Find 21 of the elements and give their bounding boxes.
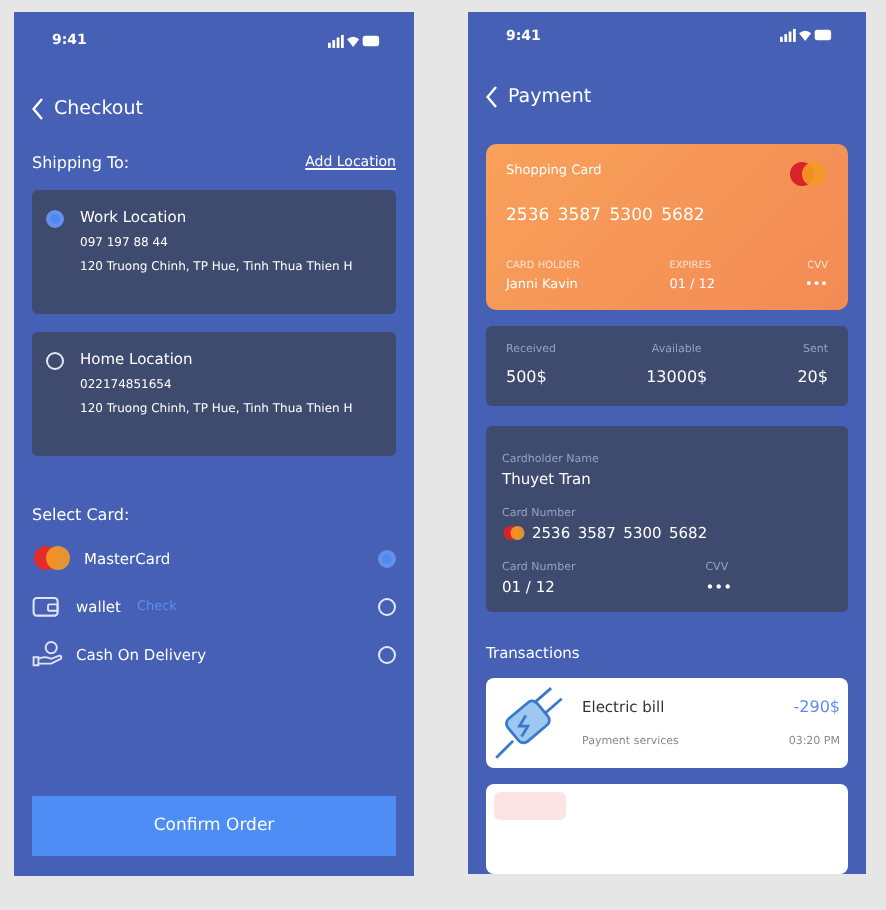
card-logo-icon: [502, 526, 526, 541]
hand-coin-icon: [32, 640, 64, 668]
section-label: Shipping To:: [32, 154, 130, 172]
confirm-order-button[interactable]: Confirm Order: [32, 796, 396, 856]
card-logo-icon: [32, 546, 72, 570]
card-number: 2536 3587 5300 5682: [506, 205, 707, 226]
stat-value: 13000$: [646, 367, 708, 386]
back-icon[interactable]: [486, 85, 498, 108]
stat-value: 20$: [797, 367, 828, 386]
radio-button[interactable]: [378, 550, 396, 568]
card-logo-icon: [788, 161, 828, 186]
screen-title: Checkout: [54, 97, 143, 119]
status-icons: [780, 28, 832, 43]
stat-value: 500$: [506, 367, 549, 386]
screen-title: Payment: [508, 85, 592, 108]
back-icon[interactable]: [32, 97, 44, 119]
status-icons: [328, 33, 380, 47]
radio-button[interactable]: [46, 210, 64, 228]
section-label: Select Card:: [32, 506, 132, 524]
transaction-amount: -290$: [793, 698, 840, 717]
wallet-icon: [32, 594, 64, 618]
